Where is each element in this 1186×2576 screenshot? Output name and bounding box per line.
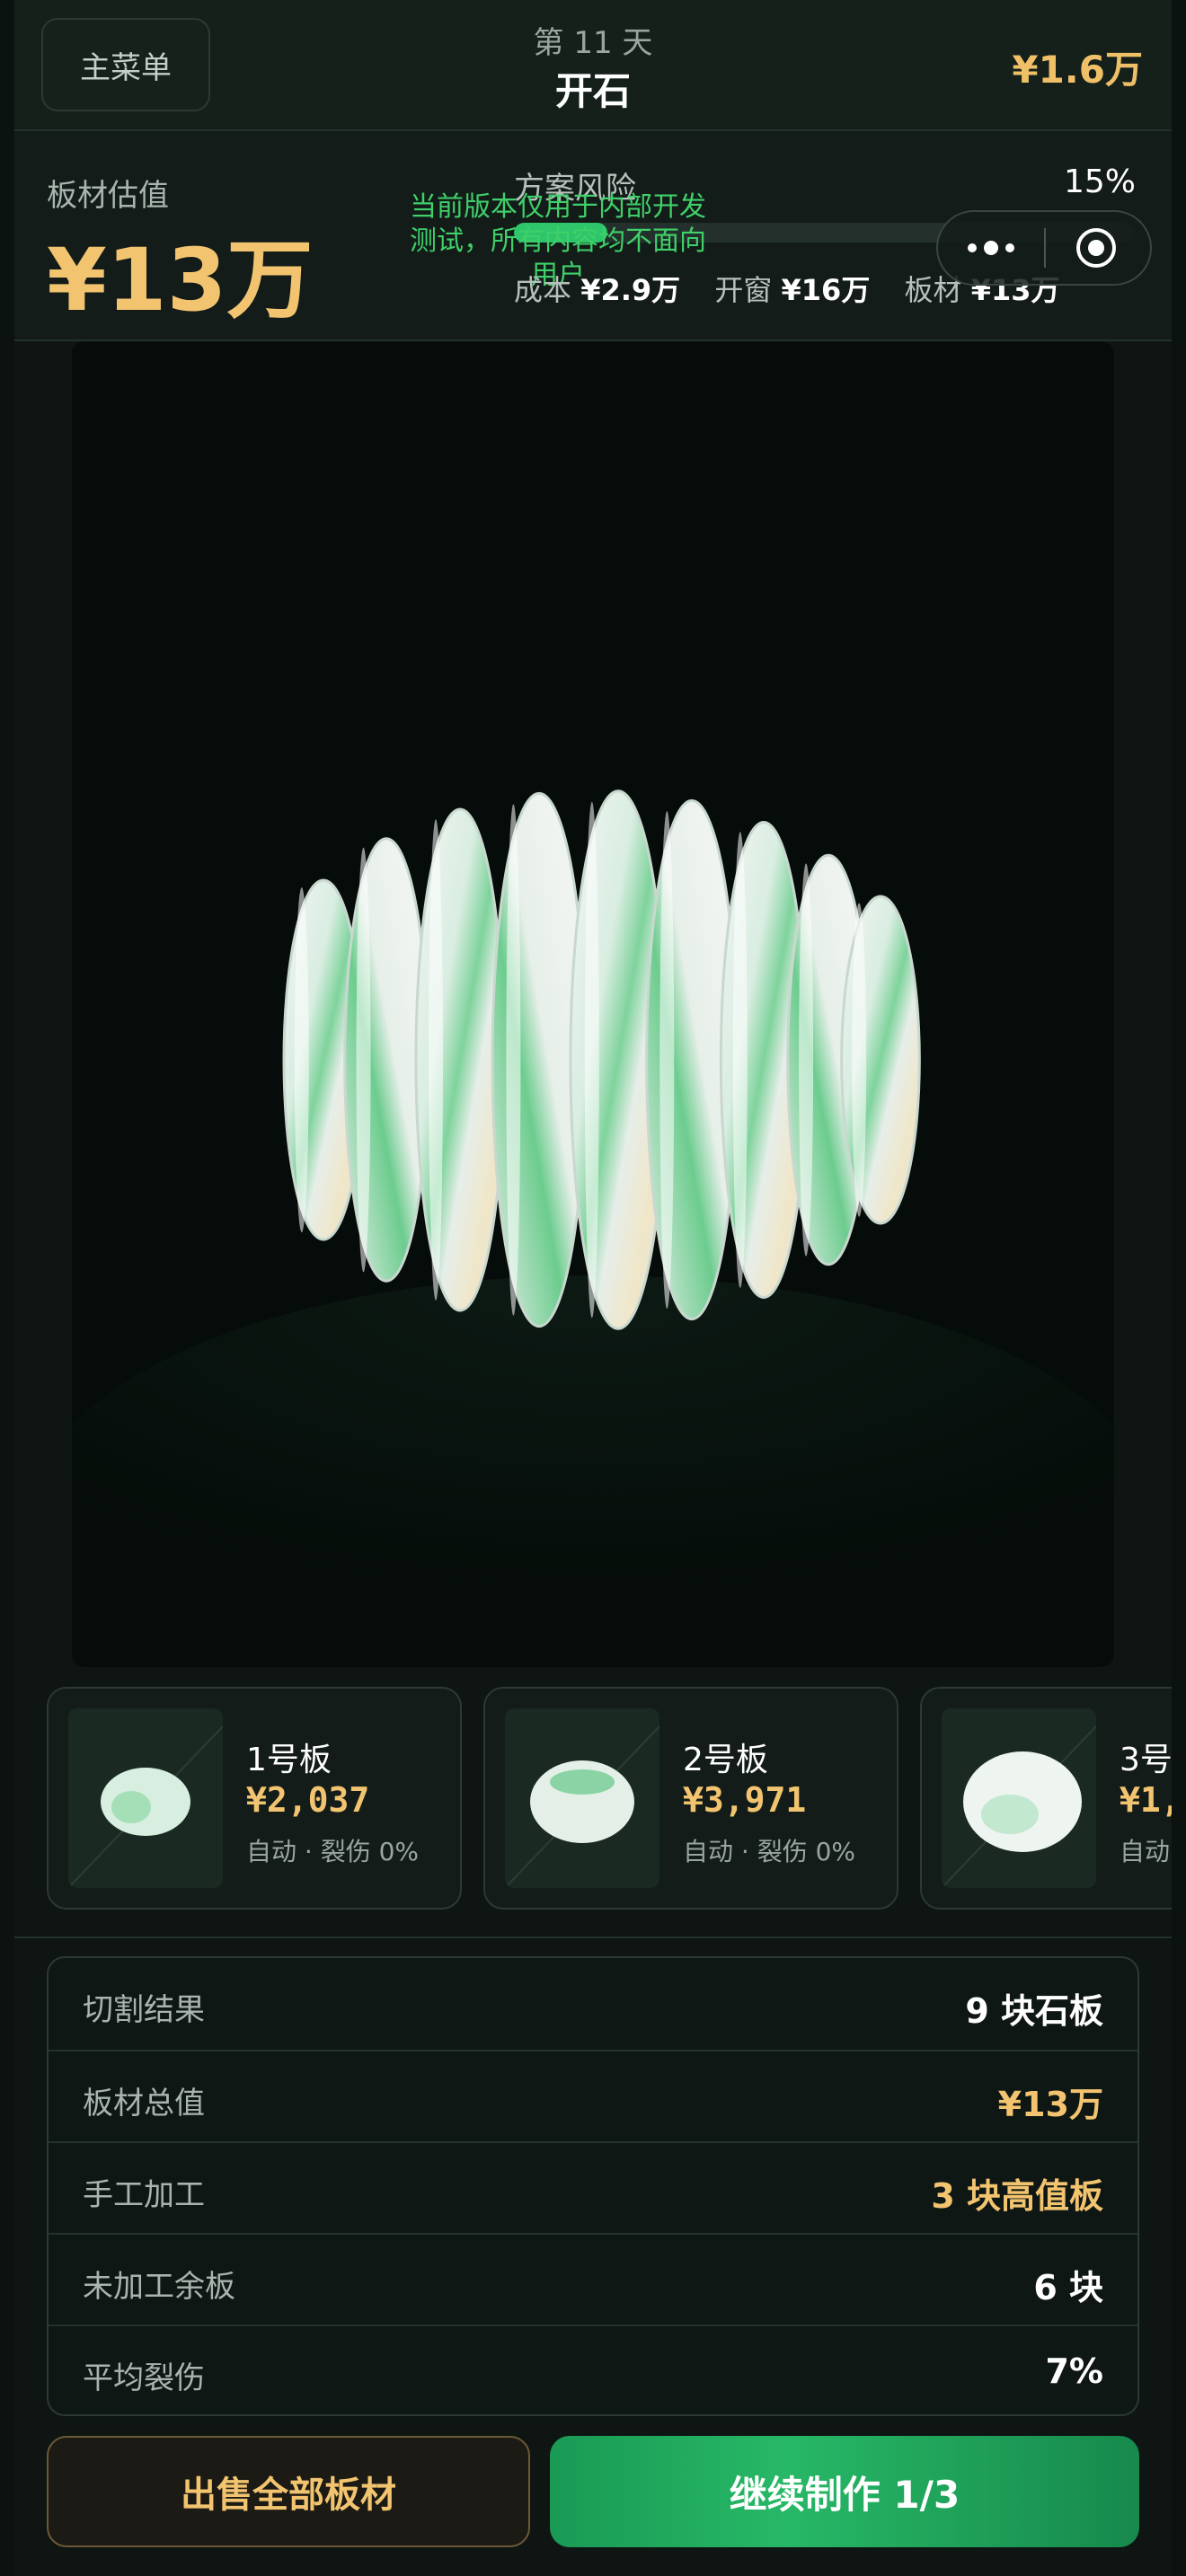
slab-thumbnail [68,1708,223,1888]
result-row: 手工加工 3 块高值板 [49,2141,1137,2235]
sell-all-slabs-button[interactable]: 出售全部板材 [47,2436,530,2547]
slab-card[interactable]: 1号板 ¥2,037 自动 · 裂伤 0% [47,1687,462,1910]
result-row: 板材总值 ¥13万 [49,2050,1137,2143]
result-value: ¥13万 [997,2085,1103,2124]
result-row: 平均裂伤 7% [49,2325,1137,2414]
risk-percentage: 15% [1063,163,1136,200]
slab-value: ¥13万 [47,230,314,331]
result-value: 3 块高值板 [931,2176,1103,2216]
continue-crafting-button[interactable]: 继续制作 1/3 [550,2436,1139,2547]
slab-carousel[interactable]: 1号板 ¥2,037 自动 · 裂伤 0% 2号板 ¥3,971 自动 · 裂伤… [14,1687,1172,1920]
close-target-icon[interactable] [1076,228,1116,268]
result-value: 9 块石板 [965,1991,1103,2031]
slab-card[interactable]: 2号板 ¥3,971 自动 · 裂伤 0% [483,1687,898,1910]
slab-price: ¥2,037 [246,1780,370,1820]
result-value: 7% [1045,2351,1103,2391]
slab-price: ¥3,971 [683,1780,807,1820]
slice-highlight [799,863,814,1257]
stone-3d-viewer[interactable] [72,341,1114,1667]
slab-meta: 自动 · 裂伤 0% [246,1837,420,1866]
miniprogram-capsule [936,210,1152,286]
slab-thumbnail-image [942,1725,1096,1888]
slice-highlight [732,832,748,1288]
slab-thumbnail [942,1708,1096,1888]
result-row: 未加工余板 6 块 [49,2233,1137,2326]
result-label: 未加工余板 [83,2269,235,2305]
stat-cost-value: ¥2.9万 [580,273,681,307]
slab-card[interactable]: 3号板 ¥1, 自动 [920,1687,1172,1910]
slab-name: 1号板 [246,1742,332,1778]
top-header: 主菜单 第 11 天 开石 ¥1.6万 [14,0,1172,131]
slice-highlight [584,801,599,1319]
day-label: 第 11 天 [533,25,653,61]
result-row: 切割结果 9 块石板 [49,1958,1137,2050]
result-label: 手工加工 [83,2177,205,2213]
stat-cost-label: 成本 [514,273,572,307]
slab-thumbnail-image [68,1725,223,1888]
result-label: 切割结果 [83,1992,205,2028]
cut-results-table: 切割结果 9 块石板 板材总值 ¥13万 手工加工 3 块高值板 未加工余板 6… [47,1956,1139,2416]
app-root: 主菜单 第 11 天 开石 ¥1.6万 板材估值 ¥13万 方案风险 15% 当… [14,0,1172,2576]
slice-highlight [506,804,521,1316]
page-title: 开石 [554,69,631,113]
slab-name: 3号板 [1120,1742,1172,1778]
slab-thumbnail-image [505,1725,659,1888]
result-label: 板材总值 [83,2086,205,2122]
money-balance: ¥1.6万 [1012,48,1143,92]
stat-window-label: 开窗 [714,273,773,307]
capsule-divider [1044,228,1046,268]
stat-window-value: ¥16万 [781,273,871,307]
slab-name: 2号板 [683,1742,768,1778]
result-label: 平均裂伤 [83,2360,205,2396]
result-value: 6 块 [1033,2268,1103,2307]
section-divider [14,1936,1172,1938]
slice-highlight [356,847,371,1273]
value-summary-bar: 板材估值 ¥13万 方案风险 15% 当前版本仅用于内部开发测试，所有内容均不面… [14,131,1172,341]
slice-highlight [852,903,867,1217]
slab-thumbnail [505,1708,659,1888]
more-options-icon[interactable] [938,212,1044,284]
slab-meta: 自动 [1120,1837,1171,1866]
slab-price: ¥1, [1120,1780,1172,1820]
sliced-stone-illustration [72,790,1114,1667]
slice-highlight [429,819,444,1301]
slab-meta: 自动 · 裂伤 0% [683,1837,856,1866]
slice-highlight [294,887,309,1232]
slab-value-label: 板材估值 [47,178,169,214]
slice-highlight [659,810,675,1310]
